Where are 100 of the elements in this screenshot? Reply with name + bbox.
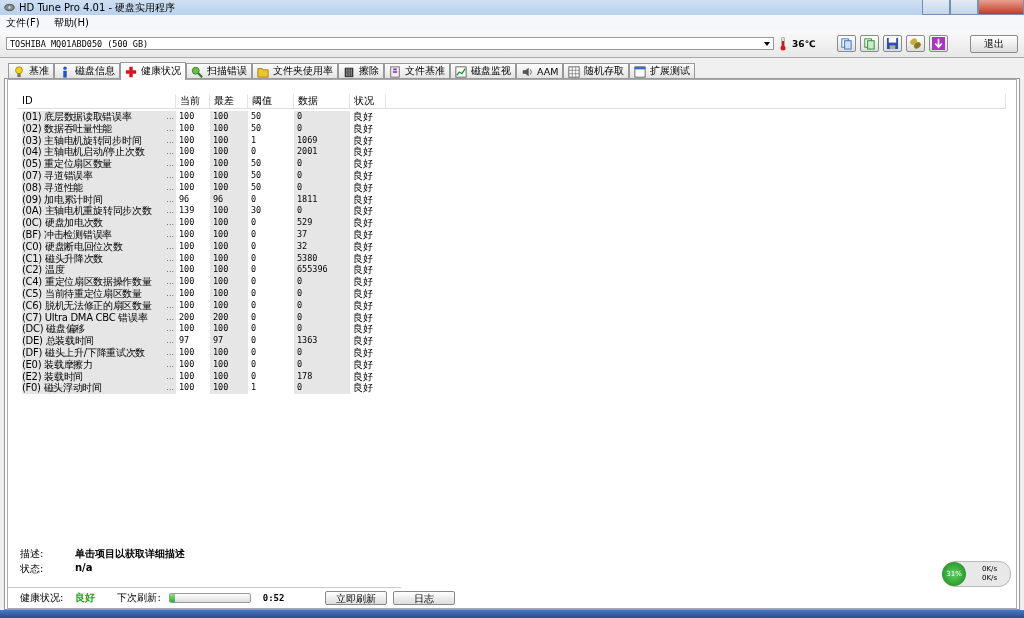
tab[interactable]: 基准 (8, 63, 54, 79)
ellipsis-text: ... (165, 193, 175, 206)
menu-item[interactable]: 文件(F) (6, 15, 40, 30)
status-cell-text: 良好 (352, 287, 374, 300)
table-cell: 0 (294, 205, 350, 218)
status-cell-text: 良好 (352, 358, 374, 371)
table-cell: 100 (210, 264, 248, 277)
refresh-button[interactable]: 立即刷新 (324, 591, 387, 605)
log-button[interactable]: 日志 (392, 591, 455, 605)
table-cell: 0 (294, 276, 350, 288)
table-cell: 2001 (294, 146, 350, 159)
table-cell-text: 100 (178, 146, 196, 159)
save-button[interactable] (883, 35, 902, 52)
table-cell-text: 100 (178, 122, 196, 135)
table-cell-text: 100 (178, 228, 196, 241)
status-cell-text: 良好 (352, 370, 374, 382)
table-cell: 100 (210, 158, 248, 170)
minimize-button[interactable] (922, 0, 950, 15)
column-header[interactable]: 数据 (294, 94, 350, 108)
attribute-name: (C5) 当前待重定位扇区数量 (22, 287, 142, 300)
status-cell-text: 良好 (352, 252, 374, 264)
attribute-name: (C7) Ultra DMA CBC 错误率 (22, 311, 148, 324)
drive-dropdown[interactable]: TOSHIBA MQ01ABD050 (500 GB) (6, 37, 774, 50)
table-cell-text: 100 (178, 217, 196, 229)
table-cell-text: 96 (178, 193, 191, 206)
bulb-icon (13, 65, 25, 78)
field-label: 下次刷新: (117, 591, 161, 605)
field-label: 状态: (20, 562, 45, 576)
table-cell-text: 50 (250, 111, 263, 123)
table-cell-text: 0 (250, 311, 258, 324)
maximize-button[interactable] (950, 0, 978, 15)
column-header[interactable]: 阈值 (248, 94, 294, 108)
folder-icon (257, 65, 269, 78)
chain-button[interactable] (906, 35, 925, 52)
table-cell-text: 50 (250, 170, 263, 182)
tab[interactable]: 扩展测试 (629, 63, 696, 79)
column-header[interactable]: 最差 (210, 94, 248, 108)
tab[interactable]: 文件夹使用率 (252, 63, 338, 79)
tab[interactable]: 擦除 (338, 63, 384, 79)
download-button[interactable] (929, 35, 948, 52)
tab[interactable]: 磁盘监视 (450, 63, 516, 79)
table-cell-text: 100 (178, 264, 196, 277)
column-header[interactable]: 状况 (350, 94, 386, 108)
column-header[interactable]: 当前 (176, 94, 210, 108)
table-cell-text: 50 (250, 158, 263, 170)
table-cell-text: 0 (250, 252, 258, 265)
attribute-name: (01) 底层数据读取错误率 (22, 111, 132, 123)
ellipsis-text: ... (165, 276, 175, 288)
status-cell-text: 良好 (352, 323, 374, 335)
status-cell-text: 良好 (352, 299, 374, 312)
table-cell: 100 (210, 276, 248, 288)
status-cell-text: 良好 (352, 158, 374, 170)
status-cell-text: 良好 (352, 193, 374, 205)
ellipsis-text: ... (165, 217, 175, 229)
ellipsis-text: ... (165, 382, 175, 395)
table-cell-text: 97 (178, 335, 191, 347)
ellipsis-text: ... (165, 228, 175, 241)
exit-button[interactable]: 退出 (970, 34, 1018, 53)
table-cell-text: 100 (178, 158, 196, 170)
tab[interactable]: 文件基准 (384, 63, 450, 79)
table-cell-text: 0 (250, 370, 258, 383)
copy-icon (863, 37, 876, 50)
field-label: 健康状况: (20, 591, 64, 605)
attribute-name: (E2) 装载时间 (22, 370, 83, 382)
tab[interactable]: 随机存取 (563, 63, 630, 79)
column-header[interactable]: ID (18, 94, 176, 108)
attribute-name: (09) 加电累计时间 (22, 193, 103, 205)
copy-button[interactable] (837, 35, 856, 52)
table-cell-text: 100 (178, 287, 196, 300)
ellipsis-text: ... (165, 335, 175, 347)
table-cell: 100 (210, 217, 248, 229)
tab[interactable]: 健康状况 (120, 62, 186, 80)
countdown-text: 0:52 (262, 593, 286, 603)
menu-item[interactable]: 帮助(H) (53, 15, 89, 30)
ellipsis-text: ... (165, 146, 175, 159)
tab[interactable]: 扫描错误 (186, 63, 252, 79)
ellipsis-text: ... (165, 205, 175, 218)
table-cell-text: 0 (250, 228, 258, 241)
tab[interactable]: 磁盘信息 (54, 63, 120, 79)
table-cell-text: 100 (178, 346, 196, 359)
close-button[interactable] (978, 0, 1024, 15)
table-cell-text: 0 (250, 346, 258, 359)
table-cell: 0 (294, 111, 350, 123)
thermometer-icon (780, 36, 786, 51)
table-cell-text: 0 (250, 217, 258, 229)
status-cell-text: 良好 (352, 111, 374, 123)
ellipsis-text: ... (165, 299, 175, 312)
status-cell-text: 良好 (352, 311, 374, 323)
attribute-name: (BF) 冲击检测错误率 (22, 228, 112, 241)
table-cell-text: 100 (178, 323, 196, 336)
speaker-icon (521, 65, 533, 78)
ellipsis-text: ... (165, 240, 175, 253)
table-cell-text: 200 (178, 311, 196, 324)
attribute-name: (E0) 装载摩擦力 (22, 358, 93, 371)
attribute-name: (C6) 脱机无法修正的扇区数量 (22, 299, 152, 312)
copy-button[interactable] (860, 35, 879, 52)
attribute-name: (07) 寻道错误率 (22, 170, 93, 182)
tab[interactable]: AAM (516, 63, 564, 79)
table-cell: 0 (294, 323, 350, 336)
ellipsis-text: ... (165, 311, 175, 324)
